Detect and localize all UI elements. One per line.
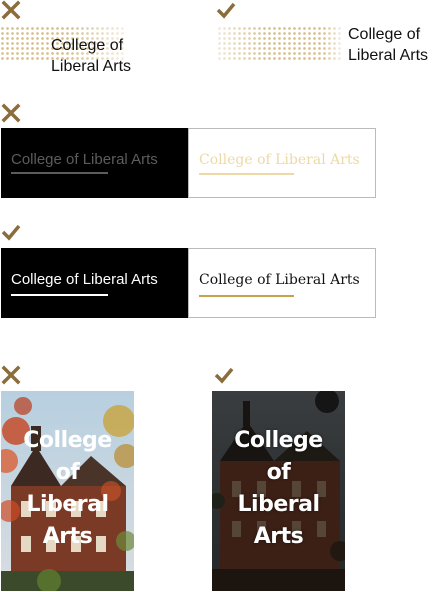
- poster-title-word: College: [234, 428, 323, 453]
- panel-wordmark: College of Liberal Arts: [11, 271, 158, 288]
- black-panel-right: College of Liberal Arts: [1, 248, 189, 318]
- photo-poster-right: College of Liberal Arts: [212, 391, 345, 591]
- x-icon: [1, 0, 21, 20]
- check-icon: [216, 2, 236, 19]
- halftone-pattern: [217, 26, 341, 62]
- underline: [199, 295, 294, 297]
- logo-line-1: College of: [51, 37, 124, 54]
- white-panel-right: College of Liberal Arts: [188, 248, 376, 318]
- x-icon: [1, 103, 21, 123]
- poster-title-word: Liberal: [26, 492, 109, 517]
- poster-title: College of Liberal Arts: [1, 425, 134, 553]
- logo-line-2: Liberal Arts: [348, 47, 429, 64]
- check-icon: [1, 224, 21, 241]
- logo-wordmark-wrong: College of Liberal Arts: [51, 35, 131, 77]
- poster-title-word: Arts: [253, 524, 304, 549]
- panel-wordmark: College of Liberal Arts: [199, 152, 360, 168]
- white-panel-wrong: College of Liberal Arts: [188, 128, 376, 198]
- poster-title: College of Liberal Arts: [212, 425, 345, 553]
- check-icon: [214, 367, 234, 384]
- underline: [11, 294, 108, 296]
- logo-line-2: Liberal Arts: [51, 58, 132, 75]
- poster-title-word: Liberal: [237, 492, 320, 517]
- poster-title-word: College: [23, 428, 112, 453]
- poster-title-word: Arts: [42, 524, 93, 549]
- photo-poster-wrong: College of Liberal Arts: [1, 391, 134, 591]
- logo-wordmark-right: College of Liberal Arts: [348, 24, 428, 66]
- panel-wordmark: College of Liberal Arts: [11, 151, 158, 168]
- x-icon: [1, 365, 21, 385]
- panel-wordmark: College of Liberal Arts: [199, 272, 360, 288]
- poster-title-word: of: [55, 460, 80, 485]
- logo-line-1: College of: [348, 26, 421, 43]
- black-panel-wrong: College of Liberal Arts: [1, 128, 189, 198]
- underline: [11, 172, 108, 174]
- poster-title-word: of: [266, 460, 291, 485]
- underline: [199, 173, 294, 175]
